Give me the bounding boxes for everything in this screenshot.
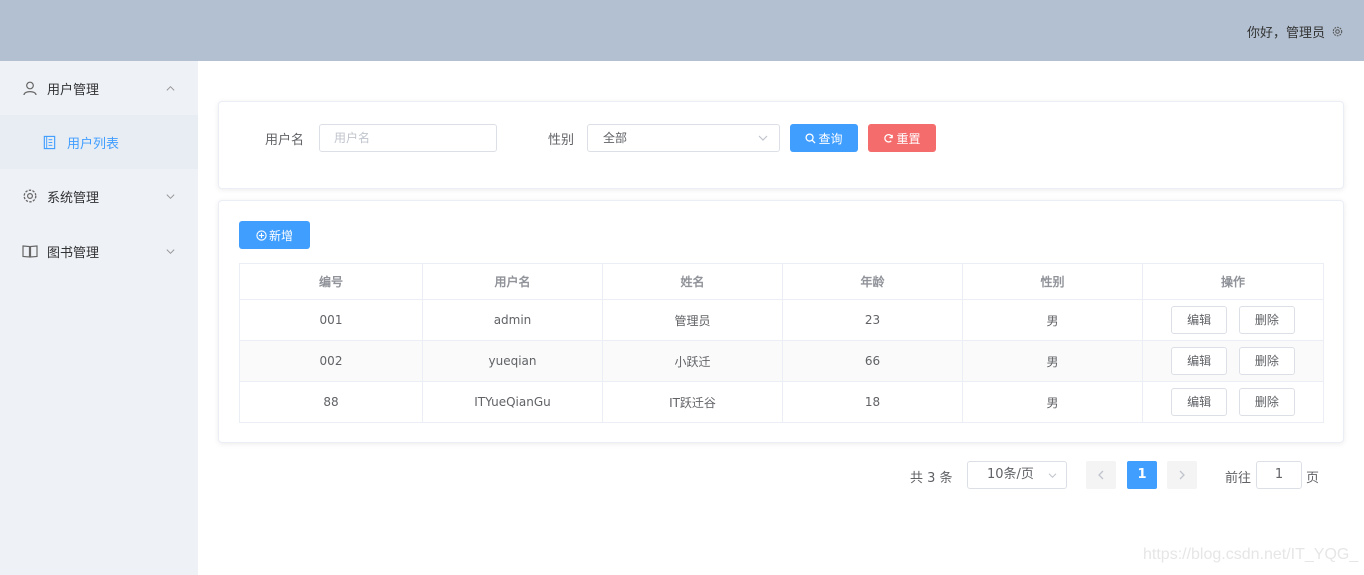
add-user-button[interactable]: 新增 — [239, 221, 310, 249]
query-button[interactable]: 查询 — [790, 124, 858, 152]
username-input[interactable]: 用户名 — [319, 124, 497, 152]
add-user-button-label: 新增 — [268, 228, 293, 243]
gear-icon[interactable] — [1331, 25, 1344, 38]
reset-button-label: 重置 — [896, 131, 921, 146]
cell-id: 002 — [239, 340, 423, 382]
cell-actions: 编辑 删除 — [1142, 299, 1324, 341]
sidebar-item-label: 用户列表 — [67, 136, 120, 152]
user-menu[interactable]: 你好，管理员 — [1247, 22, 1344, 41]
column-header-name[interactable]: 姓名 — [602, 263, 783, 300]
top-header: 你好，管理员 — [0, 0, 1364, 61]
edit-button[interactable]: 编辑 — [1171, 347, 1228, 375]
user-greeting: 你好，管理员 — [1246, 26, 1325, 41]
delete-button[interactable]: 删除 — [1238, 306, 1295, 334]
gender-label: 性别 — [548, 133, 575, 148]
edit-button[interactable]: 编辑 — [1171, 388, 1228, 416]
cell-username: admin — [422, 299, 603, 341]
search-form-card: 用户名 用户名 性别 全部 查询 重置 — [218, 101, 1344, 189]
cell-name: 小跃迁 — [602, 340, 783, 382]
edit-button[interactable]: 编辑 — [1171, 306, 1228, 334]
chevron-left-icon — [1098, 470, 1104, 480]
chevron-up-icon — [166, 85, 175, 91]
chevron-down-icon — [758, 135, 768, 141]
cell-age: 18 — [782, 381, 963, 423]
refresh-icon — [884, 133, 894, 143]
goto-label: 前往 — [1225, 471, 1252, 486]
book-icon — [22, 245, 38, 258]
table-header-row: 编号 用户名 姓名 年龄 性别 操作 — [239, 263, 1324, 300]
page-number-current[interactable]: 1 — [1127, 461, 1157, 489]
sidebar-item-system-management[interactable]: 系统管理 — [0, 169, 198, 223]
cell-actions: 编辑 删除 — [1142, 381, 1324, 423]
cell-id: 88 — [239, 381, 423, 423]
column-header-id[interactable]: 编号 — [239, 263, 423, 300]
page-size-value: 10条/页 — [987, 467, 1034, 482]
user-icon — [23, 81, 37, 96]
chevron-right-icon — [1179, 470, 1185, 480]
cell-gender: 男 — [962, 381, 1143, 423]
reset-button[interactable]: 重置 — [868, 124, 936, 152]
column-header-username[interactable]: 用户名 — [422, 263, 603, 300]
sidebar-item-label: 系统管理 — [47, 190, 100, 206]
table-row: 002 yueqian 小跃迁 66 男 编辑 删除 — [239, 340, 1324, 382]
watermark: https://blog.csdn.net/IT_YQG_ — [1143, 546, 1359, 563]
sidebar-item-user-list[interactable]: 用户列表 — [0, 115, 198, 169]
column-header-gender[interactable]: 性别 — [962, 263, 1143, 300]
username-label: 用户名 — [265, 133, 305, 148]
page-size-select[interactable]: 10条/页 — [967, 461, 1067, 489]
table-row: 88 ITYueQianGu IT跃迁谷 18 男 编辑 删除 — [239, 381, 1324, 423]
chevron-down-icon — [166, 248, 175, 254]
column-header-age[interactable]: 年龄 — [782, 263, 963, 300]
page-unit-label: 页 — [1306, 471, 1320, 486]
cell-gender: 男 — [962, 340, 1143, 382]
user-table-card: 新增 编号 用户名 姓名 年龄 性别 操作 001 admin 管理员 23 男 — [218, 200, 1344, 443]
document-list-icon — [43, 135, 56, 149]
cell-id: 001 — [239, 299, 423, 341]
column-header-actions: 操作 — [1142, 263, 1324, 300]
user-table: 编号 用户名 姓名 年龄 性别 操作 001 admin 管理员 23 男 编辑… — [239, 263, 1324, 423]
cell-age: 23 — [782, 299, 963, 341]
sidebar-item-label: 用户管理 — [47, 82, 100, 98]
query-button-label: 查询 — [818, 131, 843, 146]
cell-name: 管理员 — [602, 299, 783, 341]
plus-circle-icon — [256, 229, 267, 241]
table-row: 001 admin 管理员 23 男 编辑 删除 — [239, 299, 1324, 341]
goto-page-input[interactable]: 1 — [1256, 461, 1302, 489]
pagination-total: 共 3 条 — [910, 471, 953, 486]
search-icon — [805, 132, 817, 144]
cell-gender: 男 — [962, 299, 1143, 341]
sidebar-item-book-management[interactable]: 图书管理 — [0, 224, 198, 278]
cell-username: yueqian — [422, 340, 603, 382]
gender-select[interactable]: 全部 — [587, 124, 780, 152]
prev-page-button[interactable] — [1086, 461, 1116, 489]
sidebar-item-label: 图书管理 — [47, 245, 100, 261]
gender-select-value: 全部 — [603, 131, 628, 145]
next-page-button[interactable] — [1167, 461, 1197, 489]
delete-button[interactable]: 删除 — [1238, 347, 1295, 375]
cell-age: 66 — [782, 340, 963, 382]
pagination: 共 3 条 10条/页 1 前往 1 页 — [0, 461, 1364, 491]
cell-actions: 编辑 删除 — [1142, 340, 1324, 382]
chevron-down-icon — [1048, 473, 1057, 478]
chevron-down-icon — [166, 193, 175, 199]
sidebar: 用户管理 用户列表 系统管理 图书管理 — [0, 61, 198, 575]
gear-icon — [23, 189, 37, 203]
delete-button[interactable]: 删除 — [1238, 388, 1295, 416]
sidebar-item-user-management[interactable]: 用户管理 — [0, 61, 198, 115]
cell-username: ITYueQianGu — [422, 381, 603, 423]
cell-name: IT跃迁谷 — [602, 381, 783, 423]
